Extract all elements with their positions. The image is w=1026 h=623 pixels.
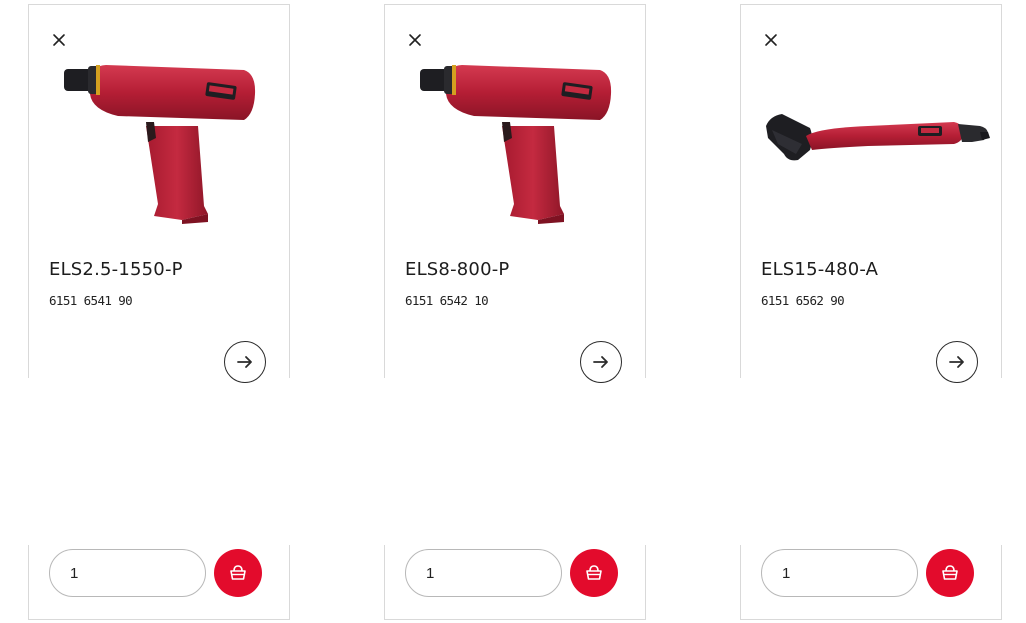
close-icon[interactable] — [50, 31, 68, 49]
arrow-right-icon — [949, 356, 964, 368]
product-code: 6151 6562 90 — [761, 293, 845, 308]
arrow-right-icon — [237, 356, 252, 368]
close-icon[interactable] — [406, 31, 424, 49]
product-card: ELS15-480-A 6151 6562 90 — [740, 4, 1002, 620]
basket-icon — [586, 565, 602, 580]
quantity-input[interactable] — [761, 549, 918, 597]
product-name: ELS15-480-A — [761, 259, 879, 280]
product-details-button[interactable] — [580, 341, 622, 383]
product-name: ELS2.5-1550-P — [49, 259, 183, 280]
basket-icon — [230, 565, 246, 580]
product-name: ELS8-800-P — [405, 259, 510, 280]
add-to-cart-button[interactable] — [570, 549, 618, 597]
basket-icon — [942, 565, 958, 580]
product-card: ELS8-800-P 6151 6542 10 — [384, 4, 646, 620]
pistol-grip-screwdriver-image — [414, 54, 614, 226]
close-icon[interactable] — [762, 31, 780, 49]
add-to-cart-button[interactable] — [214, 549, 262, 597]
product-details-button[interactable] — [224, 341, 266, 383]
product-code: 6151 6541 90 — [49, 293, 133, 308]
arrow-right-icon — [593, 356, 608, 368]
quantity-input[interactable] — [49, 549, 206, 597]
pistol-grip-screwdriver-image — [58, 54, 258, 226]
product-details-button[interactable] — [936, 341, 978, 383]
product-card: ELS2.5-1550-P 6151 6541 90 — [28, 4, 290, 620]
angle-head-screwdriver-image — [766, 54, 990, 226]
add-to-cart-button[interactable] — [926, 549, 974, 597]
product-code: 6151 6542 10 — [405, 293, 489, 308]
quantity-input[interactable] — [405, 549, 562, 597]
